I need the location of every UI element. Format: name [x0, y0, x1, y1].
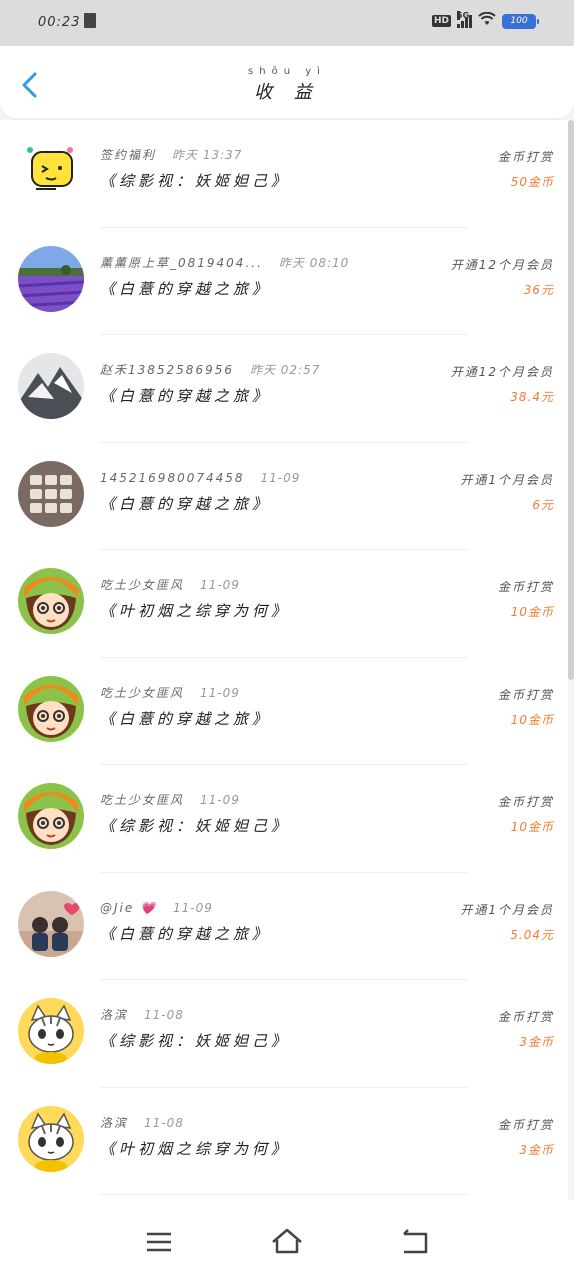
- record-time: 11-09: [200, 578, 240, 592]
- record-action: 金币打赏: [497, 580, 554, 594]
- book-title: 《综影视：妖姬妲己》: [100, 1032, 291, 1050]
- record-amount: 3金币: [519, 1035, 554, 1049]
- record-action: 金币打赏: [497, 795, 554, 809]
- signal-icon: 5G: [457, 11, 472, 28]
- record-action: 开通1个月会员: [460, 902, 554, 917]
- record-action: 金币打赏: [497, 150, 554, 164]
- book-title: 《综影视：妖姬妲己》: [100, 172, 291, 190]
- cartoon-cat-icon: [18, 1105, 84, 1172]
- record-time: 11-09: [173, 900, 213, 915]
- wifi-icon: [478, 11, 496, 30]
- status-icons: HD 5G 100: [431, 11, 539, 30]
- record-time: 11-09: [200, 793, 240, 807]
- user-name: 薰薰原上草_0819404...: [100, 255, 263, 270]
- record-amount: 6元: [532, 497, 554, 512]
- record-time: 11-09: [200, 685, 240, 700]
- battery-icon: 100: [502, 13, 539, 29]
- back-nav-button[interactable]: [394, 1222, 434, 1262]
- user-name: 吃土少女匪风: [100, 685, 185, 700]
- record-amount: 36元: [523, 282, 554, 297]
- system-nav-bar: [0, 1200, 574, 1280]
- couple-photo-icon: [18, 890, 84, 957]
- book-title: 《叶初烟之综穿为何》: [100, 602, 291, 620]
- network-type: 5G: [457, 11, 470, 20]
- page-title: shōu yì 收 益: [0, 66, 574, 104]
- earnings-list: 签约福利 昨天 13:37 《综影视：妖姬妲己》 金币打赏 50金币 薰薰原上草_…: [0, 120, 568, 1200]
- record-amount: 5.04元: [510, 927, 554, 942]
- book-title: 《综影视：妖姬妲己》: [100, 817, 291, 835]
- record-amount: 10金币: [510, 820, 554, 834]
- book-title: 《白薏的穿越之旅》: [100, 279, 272, 298]
- record-action: 金币打赏: [497, 1117, 554, 1132]
- book-title: 《白薏的穿越之旅》: [100, 709, 272, 728]
- page-title-text: 收 益: [254, 82, 320, 103]
- mountain-ink-icon: [18, 353, 84, 419]
- user-name: 洛滨: [100, 1115, 129, 1130]
- record-action: 开通1个月会员: [460, 472, 554, 487]
- earning-row[interactable]: @Jie 💗 11-09 《白薏的穿越之旅》 开通1个月会员 5.04元: [0, 873, 568, 981]
- record-time: 昨天 08:10: [278, 255, 350, 270]
- book-title: 《叶初烟之综穿为何》: [100, 1139, 291, 1158]
- user-name: 吃土少女匪风: [100, 578, 185, 592]
- record-time: 11-08: [144, 1008, 184, 1022]
- notification-icon: [84, 13, 96, 28]
- record-action: 金币打赏: [497, 687, 554, 702]
- earning-row[interactable]: 签约福利 昨天 13:37 《综影视：妖姬妲己》 金币打赏 50金币: [0, 120, 568, 228]
- lavender-field-icon: [18, 245, 84, 312]
- hd-icon: HD: [431, 15, 451, 27]
- cartoon-girl-icon: [18, 783, 84, 849]
- menu-button[interactable]: [139, 1222, 179, 1262]
- earning-row[interactable]: 赵禾13852586956 昨天 02:57 《白薏的穿越之旅》 开通12个月会员…: [0, 335, 568, 443]
- cartoon-girl-icon: [18, 568, 84, 634]
- record-action: 开通12个月会员: [450, 257, 554, 272]
- book-title: 《白薏的穿越之旅》: [100, 924, 272, 943]
- record-amount: 10金币: [510, 605, 554, 619]
- earning-row[interactable]: 145216980074458 11-09 《白薏的穿越之旅》 开通1个月会员 6…: [0, 443, 568, 551]
- home-button[interactable]: [267, 1222, 307, 1262]
- record-amount: 10金币: [510, 712, 554, 727]
- record-amount: 38.4元: [510, 390, 554, 404]
- user-name: 145216980074458: [100, 470, 245, 485]
- record-time: 昨天 02:57: [249, 363, 321, 377]
- user-name: @Jie 💗: [100, 900, 158, 915]
- earning-row[interactable]: 吃土少女匪风 11-09 《白薏的穿越之旅》 金币打赏 10金币: [0, 658, 568, 766]
- cartoon-cat-icon: [18, 998, 84, 1064]
- record-time: 11-08: [144, 1115, 184, 1130]
- scrollbar[interactable]: [568, 120, 574, 680]
- record-action: 金币打赏: [497, 1010, 554, 1024]
- status-time: 00:23: [38, 15, 81, 30]
- record-time: 昨天 13:37: [172, 148, 243, 162]
- record-amount: 3金币: [519, 1142, 554, 1157]
- earning-row[interactable]: 吃土少女匪风 11-09 《综影视：妖姬妲己》 金币打赏 10金币: [0, 765, 568, 873]
- record-amount: 50金币: [510, 175, 554, 189]
- record-action: 开通12个月会员: [450, 365, 554, 379]
- earning-row[interactable]: 吃土少女匪风 11-09 《叶初烟之综穿为何》 金币打赏 10金币: [0, 550, 568, 658]
- record-time: 11-09: [260, 470, 301, 485]
- status-bar: 00:23 HD 5G 100: [0, 0, 574, 46]
- user-name: 签约福利: [100, 148, 157, 162]
- user-name: 洛滨: [100, 1008, 129, 1022]
- book-title: 《白薏的穿越之旅》: [100, 494, 272, 513]
- home-icon: [272, 1228, 302, 1254]
- menu-icon: [147, 1232, 171, 1252]
- back-icon: [403, 1229, 428, 1254]
- tile-grid-icon: [18, 460, 84, 527]
- user-name: 赵禾13852586956: [100, 363, 234, 377]
- page-title-pinyin: shōu yì: [248, 66, 326, 77]
- emoji-sticker-icon: [18, 138, 84, 204]
- user-name: 吃土少女匪风: [100, 793, 185, 807]
- earning-row[interactable]: 薰薰原上草_0819404... 昨天 08:10 《白薏的穿越之旅》 开通12个…: [0, 228, 568, 336]
- earning-row[interactable]: 洛滨 11-08 《叶初烟之综穿为何》 金币打赏 3金币: [0, 1088, 568, 1196]
- book-title: 《白薏的穿越之旅》: [100, 387, 272, 405]
- earning-row[interactable]: 洛滨 11-08 《综影视：妖姬妲己》 金币打赏 3金币: [0, 980, 568, 1088]
- page-header: shōu yì 收 益: [0, 46, 574, 118]
- cartoon-girl-icon: [18, 675, 84, 742]
